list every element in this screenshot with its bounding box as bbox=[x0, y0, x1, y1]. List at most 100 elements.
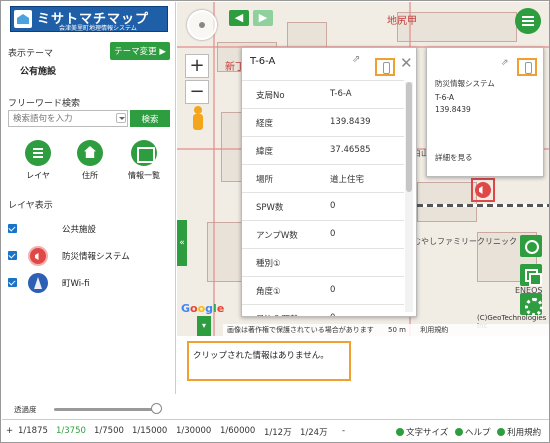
scale-option[interactable]: 1/24万 bbox=[300, 426, 328, 438]
clip-icon[interactable] bbox=[517, 58, 537, 76]
row-value: 0 bbox=[330, 313, 335, 316]
help-link[interactable]: ヘルプ bbox=[465, 428, 491, 438]
disaster-marker-icon bbox=[475, 182, 491, 198]
forward-arrow-icon[interactable]: ▶ bbox=[253, 10, 273, 26]
row-key: 種別① bbox=[256, 259, 281, 269]
layer-tool-button[interactable]: レイヤ bbox=[16, 140, 60, 181]
table-row: SPW数 0 bbox=[242, 192, 404, 220]
row-key: 経度 bbox=[256, 119, 274, 129]
terms-link[interactable]: 利用規約 bbox=[507, 428, 541, 438]
scale-option[interactable]: 1/60000 bbox=[220, 426, 255, 436]
font-size-icon bbox=[396, 428, 404, 436]
theme-value: 公有施設 bbox=[20, 67, 57, 77]
map-terms-link[interactable]: 利用規約 bbox=[420, 326, 448, 334]
map-label-clinic: むやしファミリークリニック bbox=[413, 237, 517, 246]
zoom-in-button[interactable]: + bbox=[185, 54, 209, 78]
row-key: アンプW数 bbox=[256, 231, 298, 241]
close-icon[interactable]: ✕ bbox=[400, 54, 413, 72]
detail-scrollbar[interactable] bbox=[405, 82, 413, 312]
info-list-tool-label: 情報一覧 bbox=[128, 171, 160, 180]
back-arrow-icon[interactable]: ◀ bbox=[229, 10, 249, 26]
info-layer-name: 防災情報システム bbox=[435, 79, 495, 88]
search-button[interactable]: 検索 bbox=[130, 110, 170, 127]
table-row: 種別① bbox=[242, 248, 404, 276]
row-value: 139.8439 bbox=[330, 117, 371, 127]
table-row: 緯度 37.46585 bbox=[242, 136, 404, 164]
address-tool-button[interactable]: 住所 bbox=[68, 140, 112, 181]
row-key: SPW数 bbox=[256, 203, 284, 213]
app-logo[interactable]: ミサトマチマップ 会津美里町地理情報システム bbox=[10, 6, 168, 32]
clip-icon[interactable] bbox=[375, 58, 395, 76]
row-key: 見込み距離 bbox=[256, 313, 299, 316]
layers-copy-icon[interactable] bbox=[520, 264, 542, 286]
info-longitude: 139.8439 bbox=[435, 105, 471, 114]
table-row: 支局No T-6-A bbox=[242, 80, 404, 108]
wifi-tower-icon bbox=[28, 273, 48, 293]
selected-marker[interactable] bbox=[471, 178, 495, 202]
layer-checkbox[interactable] bbox=[8, 224, 17, 233]
logo-subtitle: 会津美里町地理情報システム bbox=[59, 25, 137, 32]
layer-item-disaster[interactable]: 防災情報システム bbox=[8, 246, 173, 266]
theme-change-button[interactable]: テーマ変更 ▶ bbox=[110, 42, 170, 60]
map-road bbox=[213, 2, 215, 336]
scale-option[interactable]: 1/1875 bbox=[18, 426, 48, 436]
info-popup: ⇗ 防災情報システム T-6-A 139.8439 詳細を見る bbox=[426, 47, 544, 177]
scale-option[interactable]: 1/12万 bbox=[264, 426, 292, 438]
row-value: 0 bbox=[330, 229, 336, 239]
share-icon[interactable]: ⇗ bbox=[352, 54, 364, 66]
map-label-chiseko: 地尻甲 bbox=[387, 16, 417, 27]
search-input[interactable] bbox=[8, 110, 128, 127]
map-attribution-bar: 画像は著作権で保護されている場合があります 50 m 利用規約 bbox=[223, 324, 549, 336]
layer-item-public-facilities[interactable]: 公共施設 bbox=[8, 219, 173, 239]
pan-control[interactable] bbox=[187, 10, 217, 40]
sidebar-toggle-icon[interactable]: « bbox=[177, 220, 187, 266]
sidebar: ミサトマチマップ 会津美里町地理情報システム 表示テーマ 公有施設 テーマ変更 … bbox=[2, 2, 176, 414]
row-value: 37.46585 bbox=[330, 145, 371, 155]
home-icon bbox=[77, 140, 103, 166]
street-view-pegman-icon[interactable] bbox=[191, 106, 205, 132]
list-icon bbox=[25, 140, 51, 166]
info-details-link[interactable]: 詳細を見る bbox=[435, 152, 473, 163]
layer-item-wifi[interactable]: 町Wi-fi bbox=[8, 273, 173, 293]
terms-icon bbox=[497, 428, 506, 436]
scale-option[interactable]: 1/7500 bbox=[94, 426, 124, 436]
zoom-out-button[interactable]: − bbox=[185, 80, 209, 104]
opacity-label: 透過度 bbox=[14, 405, 37, 414]
settings-gear-icon[interactable] bbox=[520, 293, 543, 316]
row-value: 0 bbox=[330, 285, 336, 295]
map-scale-text: 50 m bbox=[388, 326, 406, 334]
table-row: 角度① 0 bbox=[242, 276, 404, 304]
layer-checkbox[interactable] bbox=[8, 278, 17, 287]
scale-zoom-in-icon[interactable]: + bbox=[6, 426, 13, 436]
scale-option[interactable]: 1/15000 bbox=[132, 426, 167, 436]
share-icon[interactable]: ⇗ bbox=[501, 58, 509, 68]
bottom-panel-toggle-icon[interactable]: ▾ bbox=[197, 316, 211, 336]
scale-option[interactable]: 1/30000 bbox=[176, 426, 211, 436]
search-dropdown-icon[interactable] bbox=[116, 113, 126, 123]
address-tool-label: 住所 bbox=[82, 171, 98, 180]
app-frame: ミサトマチマップ 会津美里町地理情報システム 表示テーマ 公有施設 テーマ変更 … bbox=[0, 0, 550, 443]
scale-option-active[interactable]: 1/3750 bbox=[56, 426, 86, 436]
opacity-slider[interactable] bbox=[54, 408, 158, 411]
layer-label: 防災情報システム bbox=[62, 252, 130, 262]
layer-checkbox[interactable] bbox=[8, 251, 17, 260]
detail-title: T-6-A bbox=[250, 56, 276, 67]
feature-detail-popup: T-6-A ⇗ ✕ 支局No T-6-A 経度 139.8439 緯度 37.4658… bbox=[241, 47, 417, 317]
current-location-icon[interactable] bbox=[520, 235, 542, 257]
search-label: フリーワード検索 bbox=[8, 99, 81, 109]
scale-zoom-out-icon[interactable]: - bbox=[342, 426, 345, 436]
row-key: 緯度 bbox=[256, 147, 274, 157]
info-list-tool-button[interactable]: 情報一覧 bbox=[122, 140, 166, 181]
info-list-icon bbox=[131, 140, 157, 166]
detail-table: 支局No T-6-A 経度 139.8439 緯度 37.46585 場所 道上住宅 S… bbox=[242, 80, 404, 316]
menu-icon[interactable] bbox=[515, 8, 541, 34]
opacity-slider-knob[interactable] bbox=[151, 403, 162, 414]
row-value: T-6-A bbox=[330, 89, 352, 99]
table-row: アンプW数 0 bbox=[242, 220, 404, 248]
table-row: 場所 道上住宅 bbox=[242, 164, 404, 192]
row-key: 角度① bbox=[256, 287, 281, 297]
row-value: 道上住宅 bbox=[330, 175, 365, 185]
google-logo: Google bbox=[181, 302, 225, 315]
font-size-link[interactable]: 文字サイズ bbox=[406, 428, 448, 438]
table-row: 経度 139.8439 bbox=[242, 108, 404, 136]
